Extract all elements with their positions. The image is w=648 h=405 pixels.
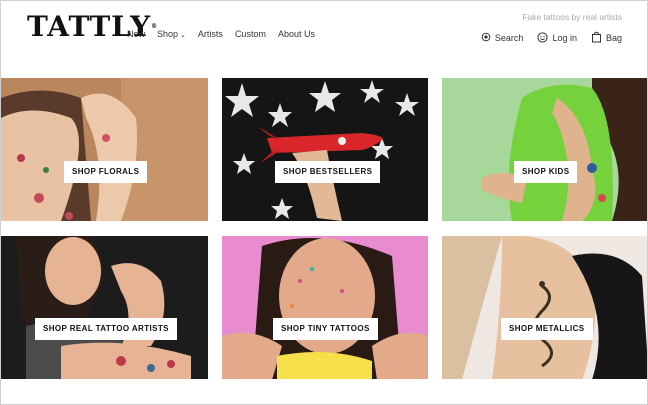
tile-bestsellers[interactable]: SHOP BESTSELLERS bbox=[222, 78, 428, 221]
search-button[interactable]: Search bbox=[481, 31, 524, 45]
login-label: Log in bbox=[552, 33, 577, 43]
nav-artists[interactable]: Artists bbox=[198, 29, 223, 39]
search-icon bbox=[481, 32, 491, 44]
snake-arm-icon bbox=[442, 236, 647, 380]
tile-tiny-tattoos[interactable]: SHOP TINY TATTOOS bbox=[222, 236, 428, 380]
tile-metallics[interactable]: SHOP METALLICS bbox=[442, 236, 647, 380]
rocket-stars-icon bbox=[222, 78, 428, 221]
arm-florals-icon bbox=[1, 78, 208, 221]
site-header: TATTLY® New Shop ⌄ Artists Custom About U… bbox=[1, 1, 647, 63]
woman-flex-icon bbox=[1, 236, 208, 380]
tile-tiny-tattoos-label[interactable]: SHOP TINY TATTOOS bbox=[273, 318, 378, 340]
bag-icon bbox=[591, 31, 602, 45]
main-nav: New Shop ⌄ Artists Custom About Us bbox=[127, 29, 327, 39]
nav-custom[interactable]: Custom bbox=[235, 29, 266, 39]
page-frame: TATTLY® New Shop ⌄ Artists Custom About U… bbox=[0, 0, 648, 405]
login-button[interactable]: Log in bbox=[537, 31, 577, 45]
bag-label: Bag bbox=[605, 33, 622, 43]
bottom-gutter bbox=[1, 379, 647, 404]
tagline: Fake tattoos by real artists bbox=[522, 12, 622, 22]
nav-shop-label: Shop bbox=[157, 29, 179, 39]
woman-face-icon bbox=[222, 236, 428, 380]
utility-nav: Search Log in Bag bbox=[467, 31, 622, 45]
kid-arm-icon bbox=[442, 78, 647, 221]
tile-real-tattoo-artists[interactable]: SHOP REAL TATTOO ARTISTS bbox=[1, 236, 208, 380]
tile-bestsellers-label[interactable]: SHOP BESTSELLERS bbox=[275, 161, 381, 183]
nav-new[interactable]: New bbox=[127, 29, 145, 39]
nav-about[interactable]: About Us bbox=[278, 29, 315, 39]
tile-real-tattoo-artists-label[interactable]: SHOP REAL TATTOO ARTISTS bbox=[35, 318, 177, 340]
nav-shop[interactable]: Shop ⌄ bbox=[157, 29, 186, 39]
smiley-icon bbox=[537, 31, 549, 45]
tile-kids[interactable]: SHOP KIDS bbox=[442, 78, 647, 221]
tile-florals[interactable]: SHOP FLORALS bbox=[1, 78, 208, 221]
search-label: Search bbox=[494, 33, 524, 43]
bag-button[interactable]: Bag bbox=[591, 31, 622, 45]
chevron-down-icon: ⌄ bbox=[180, 32, 186, 39]
tile-florals-label[interactable]: SHOP FLORALS bbox=[64, 161, 148, 183]
tile-metallics-label[interactable]: SHOP METALLICS bbox=[501, 318, 593, 340]
tile-kids-label[interactable]: SHOP KIDS bbox=[514, 161, 578, 183]
